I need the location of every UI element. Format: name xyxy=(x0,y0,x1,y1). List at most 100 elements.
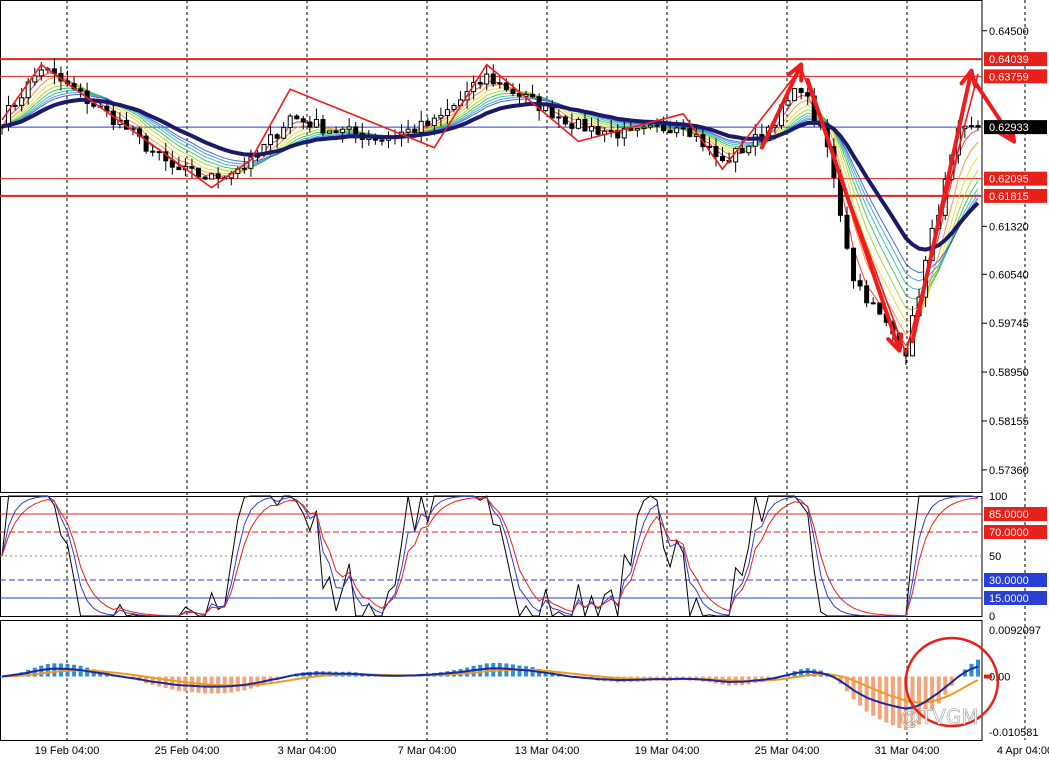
time-tick-label: 3 Mar 04:00 xyxy=(278,745,337,757)
candle-body xyxy=(805,92,811,97)
candle-body xyxy=(674,127,680,134)
candle-body xyxy=(785,100,791,106)
candle-body xyxy=(484,73,490,85)
candle-body xyxy=(156,151,162,154)
candle-body xyxy=(12,104,18,107)
candle-body xyxy=(281,127,287,139)
time-tick-label: 4 Apr 04:00 xyxy=(997,745,1049,757)
stochastic-level-label: 85.0000 xyxy=(989,509,1029,521)
candle-body xyxy=(595,126,601,135)
candle-body xyxy=(569,123,575,129)
candle-body xyxy=(215,173,221,179)
candle-body xyxy=(176,166,182,171)
candle-body xyxy=(353,126,359,135)
candle-body xyxy=(975,125,981,128)
time-tick-label: 13 Mar 04:00 xyxy=(515,745,580,757)
price-level-label: 0.63759 xyxy=(989,71,1029,83)
macd-histogram-bar xyxy=(242,676,247,691)
candle-body xyxy=(327,130,333,134)
macd-histogram-bar xyxy=(877,676,882,720)
candle-body xyxy=(333,130,339,133)
macd-histogram-bar xyxy=(170,676,175,690)
macd-histogram-bar xyxy=(183,676,188,692)
price-tick-label: 0.59745 xyxy=(989,318,1029,330)
candle-body xyxy=(431,117,437,126)
price-tick-label: 0.57360 xyxy=(989,465,1029,477)
time-tick-label: 31 Mar 04:00 xyxy=(875,745,940,757)
stochastic-tick-label: 100 xyxy=(989,491,1007,503)
time-tick-label: 25 Mar 04:00 xyxy=(755,745,820,757)
macd-histogram-bar xyxy=(189,676,194,692)
time-tick-label: 7 Mar 04:00 xyxy=(398,745,457,757)
time-axis: 19 Feb 04:00 25 Feb 04:00 3 Mar 04:00 7 Mar… xyxy=(35,745,1049,757)
candle-body xyxy=(687,128,693,137)
candle-body xyxy=(582,118,588,132)
candle-body xyxy=(798,88,804,94)
candle-body xyxy=(530,93,536,98)
candle-body xyxy=(667,130,673,134)
candle-body xyxy=(438,114,444,119)
candle-body xyxy=(510,89,516,95)
macd-tick-label: 0.00 xyxy=(989,672,1010,684)
macd-histogram-bar xyxy=(484,663,489,677)
candle-body xyxy=(209,173,215,180)
time-tick-label: 19 Feb 04:00 xyxy=(35,745,100,757)
candle-body xyxy=(274,134,280,139)
candle-body xyxy=(746,145,752,154)
candle-body xyxy=(196,167,202,178)
candle-body xyxy=(241,167,247,170)
candle-body xyxy=(19,97,25,106)
candle-body xyxy=(654,124,660,127)
macd-histogram-bar xyxy=(52,663,57,677)
candle-body xyxy=(556,116,562,119)
candle-body xyxy=(412,128,418,133)
macd-tick-label: -0.010581 xyxy=(989,727,1039,739)
macd-histogram-bar xyxy=(871,676,876,716)
stochastic-level-label: 70.0000 xyxy=(989,527,1029,539)
candle-body xyxy=(300,118,306,123)
chart-background xyxy=(0,0,1049,762)
macd-histogram-bar xyxy=(176,676,181,691)
macd-histogram-bar xyxy=(864,676,869,712)
watermark-text: @TVGM xyxy=(900,705,979,729)
candle-body xyxy=(497,82,503,85)
macd-histogram-bar xyxy=(884,676,889,723)
candle-body xyxy=(38,69,44,77)
time-tick-label: 19 Mar 04:00 xyxy=(635,745,700,757)
price-level-label: 0.64039 xyxy=(989,54,1029,66)
candle-body xyxy=(320,119,326,134)
candle-body xyxy=(490,73,496,85)
candle-body xyxy=(294,115,300,120)
candle-body xyxy=(713,145,719,157)
macd-histogram-bar xyxy=(58,663,63,677)
forex-chart[interactable]: 0.64500 0.61320 0.60540 0.59745 0.58950 0.581… xyxy=(0,0,1049,762)
candle-body xyxy=(589,126,595,132)
candle-body xyxy=(844,214,850,249)
candle-body xyxy=(575,118,581,129)
price-tick-label: 0.64500 xyxy=(989,26,1029,38)
candle-body xyxy=(287,115,293,129)
candle-body xyxy=(641,126,647,129)
price-tick-label: 0.60540 xyxy=(989,269,1029,281)
candle-body xyxy=(968,125,974,128)
price-tick-label: 0.58950 xyxy=(989,367,1029,379)
price-tick-label: 0.61320 xyxy=(989,221,1029,233)
candle-body xyxy=(792,88,798,102)
candle-body xyxy=(477,81,483,85)
macd-zero-marker xyxy=(984,674,992,679)
price-level-label: 0.62095 xyxy=(989,174,1029,186)
candle-body xyxy=(706,145,712,148)
stochastic-level-label: 30.0000 xyxy=(989,575,1029,587)
candle-body xyxy=(451,104,457,111)
candle-body xyxy=(379,139,385,142)
candle-body xyxy=(661,125,667,132)
candle-body xyxy=(870,302,876,305)
candle-body xyxy=(647,124,653,128)
candle-body xyxy=(405,128,411,133)
price-level-label: 0.61815 xyxy=(989,191,1029,203)
macd-histogram-bar xyxy=(235,676,240,692)
candle-body xyxy=(313,119,319,128)
macd-histogram-bar xyxy=(858,676,863,706)
candle-body xyxy=(851,247,857,282)
stochastic-tick-label: 0 xyxy=(989,611,995,623)
